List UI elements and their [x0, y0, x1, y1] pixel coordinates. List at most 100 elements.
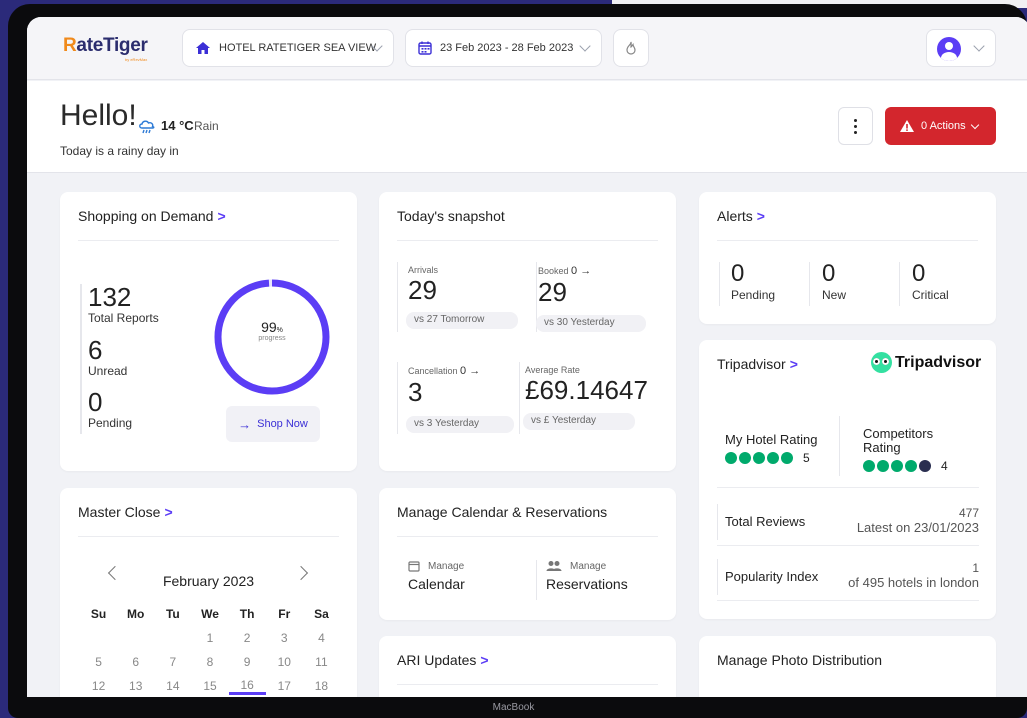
ratetiger-logo[interactable]: RateTiger — [63, 35, 148, 57]
competitors-rating-value: 4 — [941, 459, 948, 473]
calendar-day[interactable]: 7 — [154, 655, 191, 669]
rain-cloud-icon — [139, 120, 155, 134]
average-rate-stat: Average Rate £69.14647 — [525, 365, 648, 405]
more-vertical-icon — [854, 117, 857, 135]
warning-icon — [900, 120, 914, 132]
more-options-button[interactable] — [838, 107, 873, 145]
calendar-day[interactable]: 12 — [80, 679, 117, 693]
calendar-week: 5 6 7 8 9 10 11 — [80, 650, 340, 674]
shopping-title-link[interactable]: Shopping on Demand > — [78, 208, 226, 224]
date-range-selector[interactable]: 23 Feb 2023 - 28 Feb 2023 — [405, 29, 602, 67]
total-reviews-label: Total Reviews — [725, 514, 806, 529]
hotel-selector[interactable]: HOTEL RATETIGER SEA VIEW — [182, 29, 394, 67]
manage-calendar-card: Manage Calendar & Reservations Manage Ca… — [379, 488, 676, 620]
chevron-right-icon: > — [789, 356, 798, 372]
calendar-grid: Su Mo Tu We Th Fr Sa 1 2 3 4 5 6 7 8 9 10 11 12 13 14 15 16 17 1… — [80, 602, 340, 697]
calendar-day[interactable]: 2 — [229, 631, 266, 645]
progress-value: 99% — [261, 319, 283, 335]
alerts-new[interactable]: 0 New — [822, 260, 846, 302]
calendar-day[interactable]: 17 — [266, 679, 303, 693]
calendar-day[interactable]: 18 — [303, 679, 340, 693]
chevron-right-icon: > — [756, 208, 765, 224]
arrow-right-icon: → — [238, 416, 252, 432]
calendar-day[interactable]: 14 — [154, 679, 191, 693]
calendar-week: 12 13 14 15 16 17 18 — [80, 674, 340, 697]
weekday-label: We — [201, 607, 219, 621]
divider — [78, 240, 339, 241]
shop-now-button[interactable]: → Shop Now — [226, 406, 320, 442]
shopping-on-demand-card: Shopping on Demand > 132 Total Reports 6 … — [60, 192, 357, 471]
calendar-day[interactable]: 5 — [80, 655, 117, 669]
pending-value: 0 — [88, 387, 103, 417]
manage-calendar-link[interactable]: Manage Calendar — [408, 560, 465, 593]
tripadvisor-logo: Tripadvisor — [871, 352, 981, 373]
calendar-day[interactable]: 15 — [191, 679, 228, 693]
unread-value: 6 — [88, 335, 103, 365]
logo-subtitle: by eRevMax — [125, 57, 148, 62]
competitors-rating-label-2: Rating — [863, 440, 901, 455]
calendar-week: 1234 — [80, 626, 340, 650]
laptop-frame: RateTiger by eRevMax HOTEL RATETIGER SEA… — [8, 4, 1027, 718]
calendar-day[interactable]: 8 — [191, 655, 228, 669]
cancellation-compare: vs 3 Yesterday — [406, 416, 514, 433]
flame-button[interactable] — [613, 29, 649, 67]
calendar-day[interactable]: 1 — [191, 631, 228, 645]
ari-updates-title-link[interactable]: ARI Updates > — [397, 652, 489, 668]
master-close-title-link[interactable]: Master Close > — [78, 504, 173, 520]
weather-condition: Rain — [194, 119, 219, 133]
chevron-right-icon: > — [217, 208, 226, 224]
divider — [839, 416, 840, 476]
weekday-label: Sa — [314, 607, 329, 621]
greeting-bar: Hello! 14 °C Rain Today is a rainy day i… — [27, 81, 1027, 173]
manage-reservations-link[interactable]: Manage Reservations — [546, 560, 628, 593]
calendar-day[interactable]: 11 — [303, 655, 340, 669]
alerts-card: Alerts > 0 Pending 0 New 0 Critical — [699, 192, 996, 324]
rating-dot — [891, 460, 903, 472]
popularity-label: Popularity Index — [725, 569, 819, 584]
calendar-day[interactable]: 6 — [117, 655, 154, 669]
total-reports-label: Total Reports — [88, 311, 159, 325]
calendar-day[interactable]: 9 — [229, 655, 266, 669]
progress-label: progress — [258, 335, 286, 342]
rating-dot — [753, 452, 765, 464]
chevron-right-icon: > — [480, 652, 489, 668]
calendar-day[interactable]: 16 — [228, 678, 266, 695]
calendar-day[interactable]: 4 — [303, 631, 340, 645]
booked-compare: vs 30 Yesterday — [536, 315, 646, 332]
calendar-month: February 2023 — [162, 573, 255, 589]
owl-icon — [871, 352, 892, 373]
calendar-day[interactable]: 13 — [117, 679, 154, 693]
calendar-icon — [408, 561, 420, 572]
alerts-critical[interactable]: 0 Critical — [912, 260, 949, 302]
calendar-weekdays: Su Mo Tu We Th Fr Sa — [80, 602, 340, 626]
user-menu[interactable] — [926, 29, 996, 67]
divider — [809, 262, 810, 306]
rating-dot — [725, 452, 737, 464]
competitors-rating-dots: 4 — [863, 459, 948, 473]
date-range-text: 23 Feb 2023 - 28 Feb 2023 — [440, 42, 574, 54]
alerts-pending[interactable]: 0 Pending — [731, 260, 775, 302]
divider — [397, 684, 658, 685]
actions-button[interactable]: 0 Actions — [885, 107, 996, 145]
calendar-day[interactable]: 3 — [266, 631, 303, 645]
tripadvisor-title-link[interactable]: Tripadvisor > — [717, 356, 798, 372]
divider — [899, 262, 900, 306]
alerts-title-link[interactable]: Alerts > — [717, 208, 765, 224]
total-reviews-row: Total Reviews 477 Latest on 23/01/2023 — [717, 496, 979, 546]
greeting-subtitle: Today is a rainy day in — [60, 144, 179, 158]
chevron-down-icon — [970, 120, 979, 129]
ratings-section: My Hotel Rating 5 Competitors Rating 4 — [717, 404, 979, 488]
popularity-row: Popularity Index 1 of 495 hotels in lond… — [717, 551, 979, 601]
my-hotel-rating-label: My Hotel Rating — [725, 432, 818, 447]
top-bar: RateTiger by eRevMax HOTEL RATETIGER SEA… — [27, 17, 1027, 80]
rating-dot — [877, 460, 889, 472]
calendar-day[interactable]: 10 — [266, 655, 303, 669]
divider — [519, 362, 520, 434]
users-icon — [546, 561, 562, 571]
manage-calendar-title: Manage Calendar & Reservations — [397, 504, 608, 520]
ari-updates-card: ARI Updates > — [379, 636, 676, 697]
divider — [719, 262, 720, 306]
weekday-label: Th — [239, 607, 255, 621]
rating-dot — [863, 460, 875, 472]
chevron-down-icon — [579, 40, 591, 52]
